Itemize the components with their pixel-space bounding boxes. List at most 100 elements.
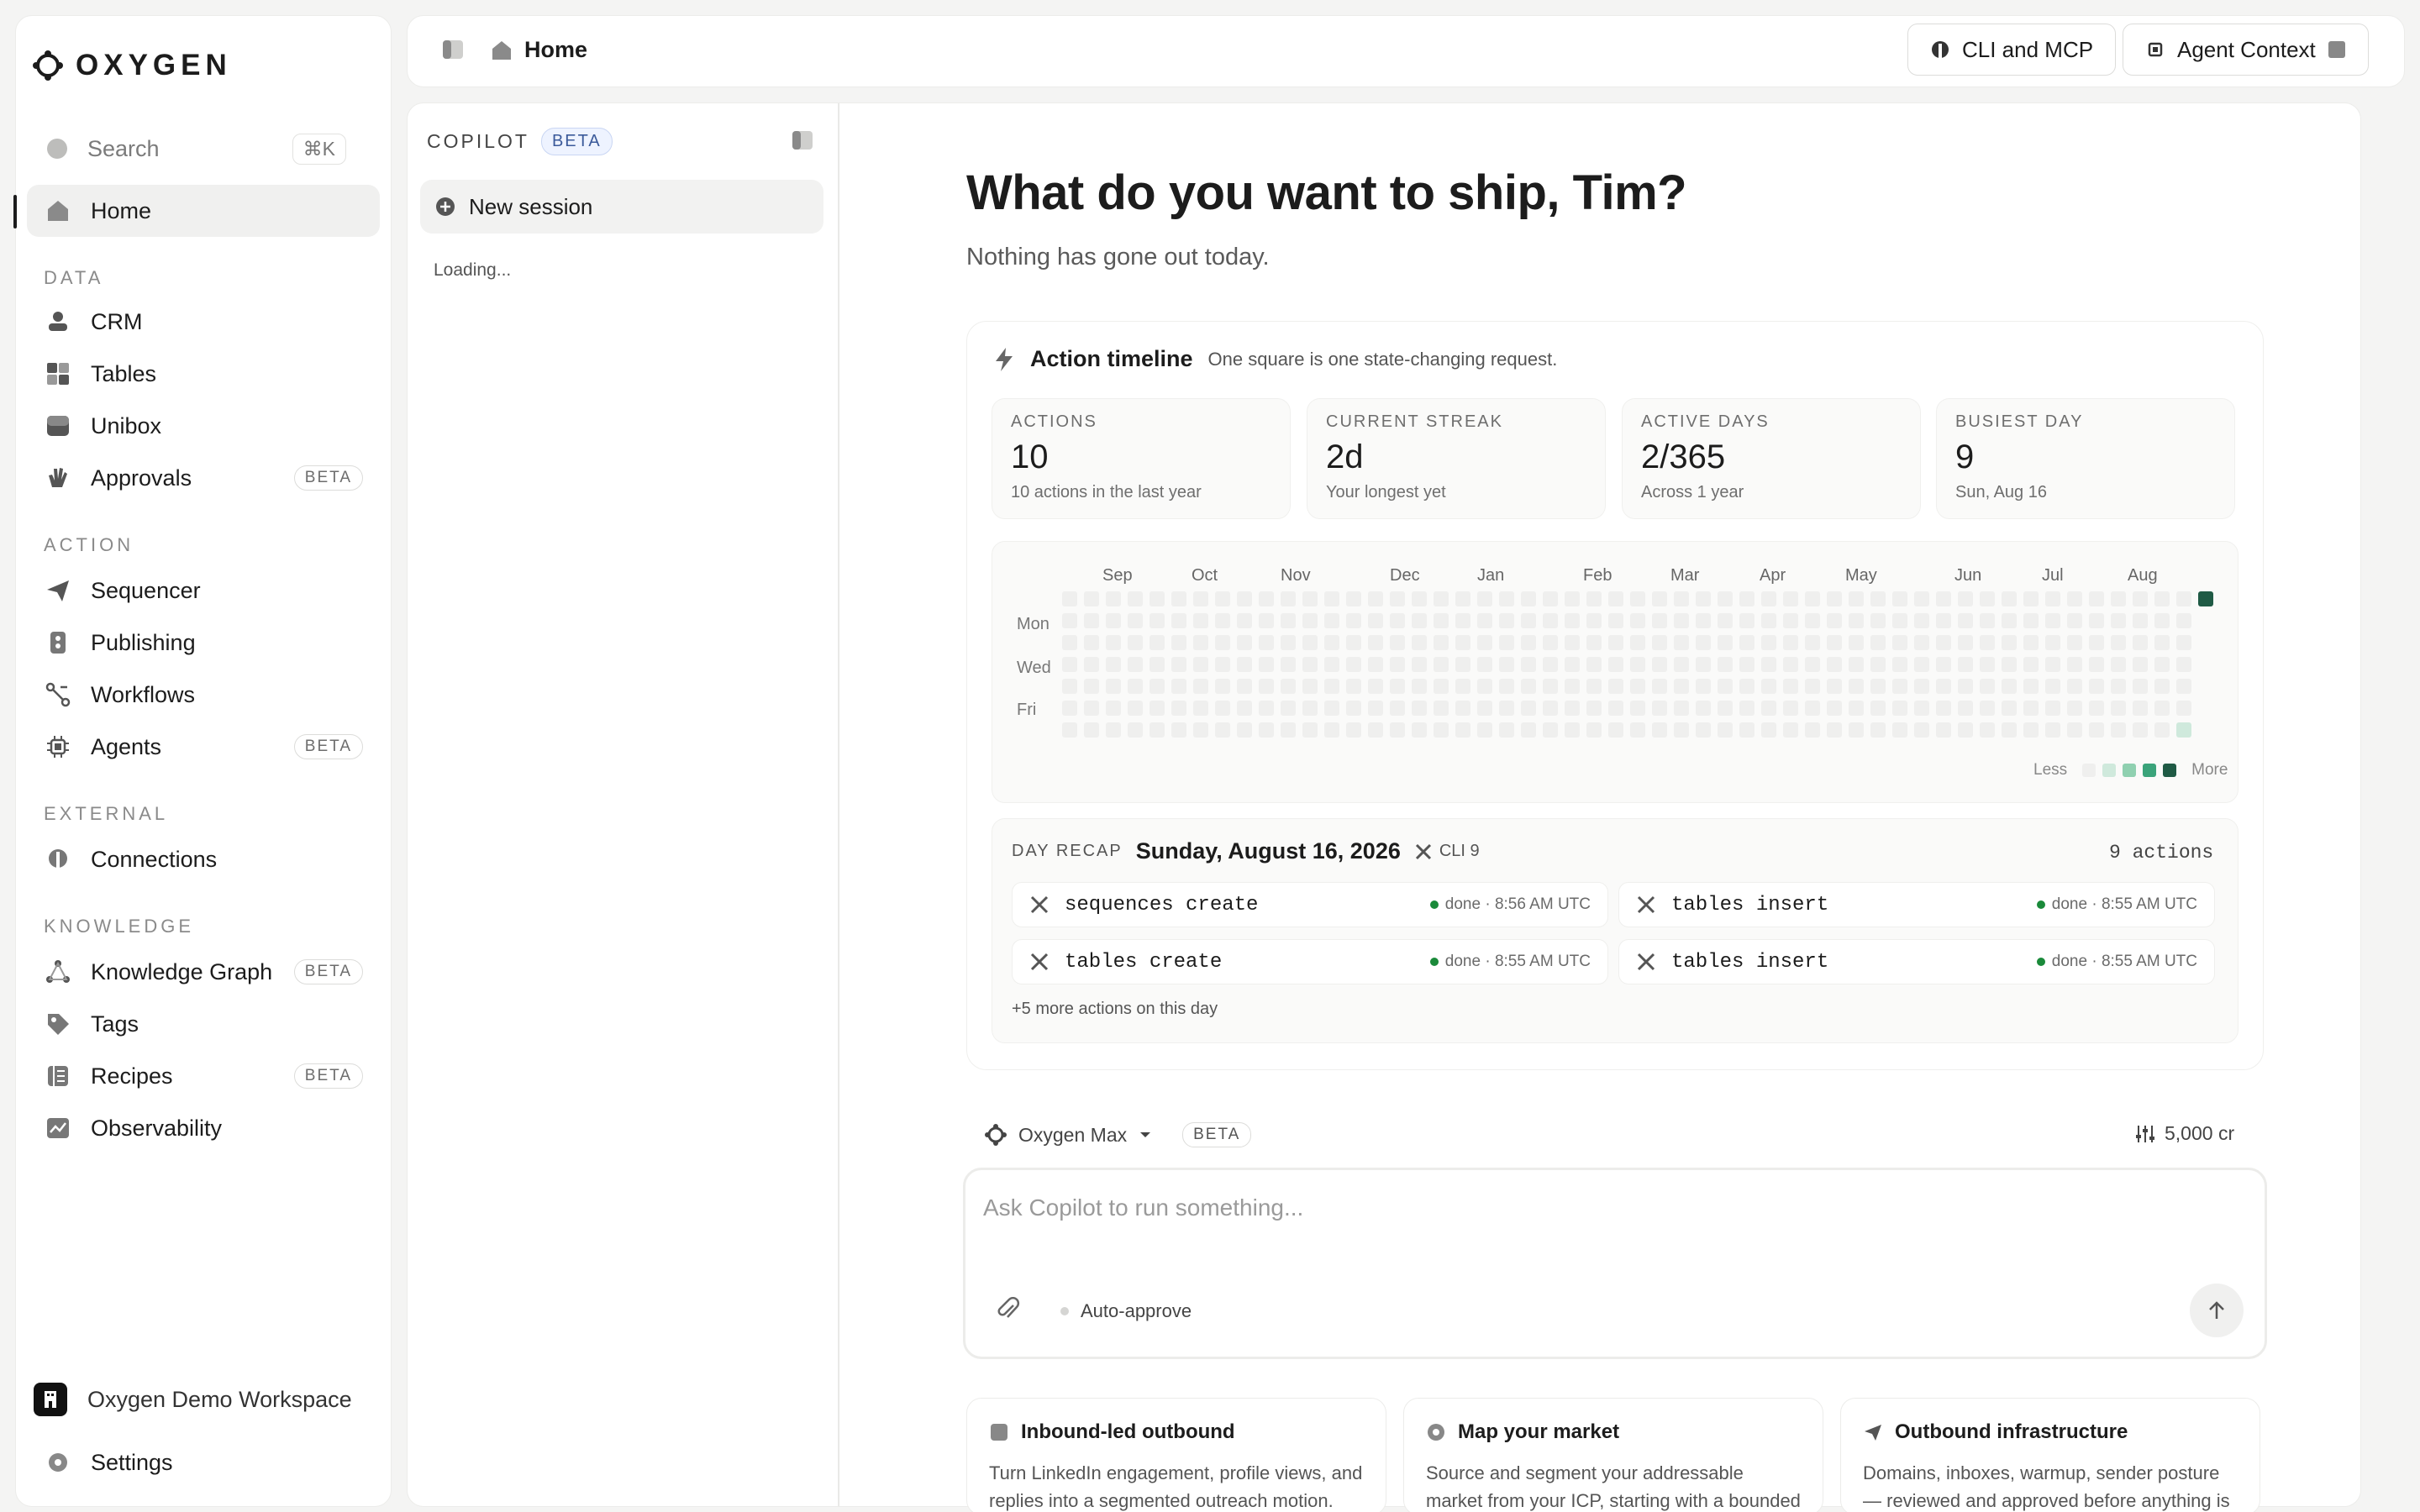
page-title: What do you want to ship, Tim? bbox=[966, 165, 1687, 220]
sidebar-item-recipes[interactable]: Recipes BETA bbox=[27, 1050, 380, 1102]
sidebar-item-approvals[interactable]: Approvals BETA bbox=[27, 452, 380, 504]
sidebar-item-label: Settings bbox=[91, 1449, 173, 1475]
inbox-icon bbox=[44, 412, 72, 440]
heatmap-cell bbox=[1805, 722, 1820, 738]
composer-input[interactable]: Ask Copilot to run something... bbox=[983, 1194, 2227, 1221]
heatmap-cell bbox=[1390, 657, 1405, 672]
heatmap-cell bbox=[1084, 613, 1099, 628]
suggestion-desc: Domains, inboxes, warmup, sender posture… bbox=[1863, 1462, 2230, 1511]
month-label: Dec bbox=[1390, 566, 1420, 585]
recap-command: tables create bbox=[1065, 950, 1223, 974]
heatmap-cell bbox=[1259, 679, 1274, 694]
auto-approve-toggle[interactable]: Auto-approve bbox=[1060, 1300, 1192, 1322]
paperclip-icon[interactable] bbox=[995, 1297, 1020, 1322]
day-label: Mon bbox=[1017, 615, 1050, 633]
recap-status: done · 8:56 AM UTC bbox=[1429, 895, 1591, 914]
agent-context-button[interactable]: Agent Context bbox=[2123, 24, 2369, 76]
recap-row[interactable]: tables insert done · 8:55 AM UTC bbox=[1618, 882, 2215, 927]
heatmap-cell bbox=[1936, 722, 1951, 738]
heatmap-cell bbox=[1346, 722, 1361, 738]
heatmap-cell bbox=[1106, 701, 1121, 716]
heatmap-cell bbox=[1783, 613, 1798, 628]
cli-mcp-button[interactable]: CLI and MCP bbox=[1907, 24, 2117, 76]
heatmap-cell bbox=[1412, 613, 1427, 628]
heatmap-cell bbox=[2089, 722, 2104, 738]
heatmap-cell bbox=[2176, 722, 2191, 738]
heatmap-cell bbox=[1870, 591, 1886, 606]
heatmap-cell bbox=[1412, 657, 1427, 672]
heatmap-cell bbox=[1499, 613, 1514, 628]
heatmap-cell bbox=[1390, 591, 1405, 606]
sidebar-item-publishing[interactable]: Publishing bbox=[27, 617, 380, 669]
credits-display[interactable]: 5,000 cr bbox=[2134, 1122, 2234, 1145]
heatmap-cell bbox=[1674, 722, 1689, 738]
heatmap-cell bbox=[1914, 613, 1929, 628]
sidebar-item-knowledge-graph[interactable]: Knowledge Graph BETA bbox=[27, 946, 380, 998]
heatmap-cell bbox=[1171, 635, 1186, 650]
search-icon bbox=[45, 137, 69, 160]
heatmap-cell bbox=[1565, 657, 1580, 672]
search-button[interactable]: Search ⌘K bbox=[27, 128, 365, 170]
suggestion-card[interactable]: Inbound-led outbound Turn LinkedIn engag… bbox=[966, 1398, 1386, 1512]
heatmap-cell bbox=[1477, 635, 1492, 650]
heatmap-cell bbox=[1150, 679, 1165, 694]
sidebar-item-tables[interactable]: Tables bbox=[27, 348, 380, 400]
send-button[interactable] bbox=[2190, 1284, 2244, 1337]
sidebar-item-workflows[interactable]: Workflows bbox=[27, 669, 380, 721]
heatmap-cell bbox=[1608, 701, 1623, 716]
recap-row[interactable]: tables insert done · 8:55 AM UTC bbox=[1618, 939, 2215, 984]
heatmap-cell bbox=[1346, 701, 1361, 716]
target-icon bbox=[1426, 1422, 1446, 1442]
heatmap-cell bbox=[1521, 679, 1536, 694]
app-logo[interactable]: OXYGEN bbox=[32, 49, 232, 82]
beta-badge: BETA bbox=[293, 465, 363, 491]
heatmap-cell bbox=[1696, 701, 1711, 716]
heatmap-cell bbox=[1565, 722, 1580, 738]
active-indicator bbox=[13, 195, 17, 228]
sidebar-item-unibox[interactable]: Unibox bbox=[27, 400, 380, 452]
workspace-switcher[interactable]: Oxygen Demo Workspace bbox=[34, 1383, 352, 1416]
sidebar-item-observability[interactable]: Observability bbox=[27, 1102, 380, 1154]
suggestion-card[interactable]: Map your market Source and segment your … bbox=[1403, 1398, 1823, 1512]
collapse-panel-icon[interactable] bbox=[792, 129, 813, 151]
heatmap-cell bbox=[1761, 591, 1776, 606]
heatmap-cell bbox=[1630, 635, 1645, 650]
heatmap-cell bbox=[1761, 657, 1776, 672]
heatmap-cell bbox=[1652, 591, 1667, 606]
heatmap-cell bbox=[1215, 722, 1230, 738]
heatmap-cell bbox=[1761, 613, 1776, 628]
heatmap-cell bbox=[1958, 722, 1973, 738]
recap-row[interactable]: sequences create done · 8:56 AM UTC bbox=[1012, 882, 1608, 927]
recap-status-text: done · 8:55 AM UTC bbox=[2051, 895, 2197, 913]
heatmap-cell bbox=[2067, 679, 2082, 694]
heatmap-cell bbox=[1827, 722, 1842, 738]
suggestion-card[interactable]: Outbound infrastructure Domains, inboxes… bbox=[1840, 1398, 2260, 1512]
heatmap-cell bbox=[1827, 657, 1842, 672]
heatmap-cell bbox=[1870, 657, 1886, 672]
sidebar-item-tags[interactable]: Tags bbox=[27, 998, 380, 1050]
chart-icon bbox=[44, 1114, 72, 1142]
stat-current-streak: CURRENT STREAK 2d Your longest yet bbox=[1307, 398, 1606, 519]
sidebar-item-label: Publishing bbox=[91, 629, 196, 655]
recap-row[interactable]: tables create done · 8:55 AM UTC bbox=[1012, 939, 1608, 984]
heatmap-cell bbox=[1674, 613, 1689, 628]
sidebar-toggle-icon[interactable] bbox=[442, 39, 464, 60]
model-selector[interactable]: Oxygen Max BETA bbox=[985, 1122, 1252, 1147]
sidebar-item-sequencer[interactable]: Sequencer bbox=[27, 564, 380, 617]
heatmap-cell bbox=[2045, 679, 2060, 694]
new-session-button[interactable]: New session bbox=[420, 180, 823, 234]
sidebar-item-home[interactable]: Home bbox=[27, 185, 380, 237]
heatmap-cell bbox=[2154, 657, 2170, 672]
sidebar-item-connections[interactable]: Connections bbox=[27, 833, 380, 885]
breadcrumb[interactable]: Home bbox=[491, 37, 587, 63]
sidebar-item-agents[interactable]: Agents BETA bbox=[27, 721, 380, 773]
timeline-header: Action timeline One square is one state-… bbox=[993, 346, 1557, 372]
heatmap-cell bbox=[1827, 635, 1842, 650]
sidebar-item-settings[interactable]: Settings bbox=[27, 1436, 380, 1488]
heatmap-cell bbox=[1980, 722, 1995, 738]
sidebar-item-crm[interactable]: CRM bbox=[27, 296, 380, 348]
heatmap-cell bbox=[1630, 701, 1645, 716]
recap-more-link[interactable]: +5 more actions on this day bbox=[1012, 1000, 1218, 1019]
heatmap-cell bbox=[1215, 591, 1230, 606]
heatmap-cell bbox=[1128, 613, 1143, 628]
